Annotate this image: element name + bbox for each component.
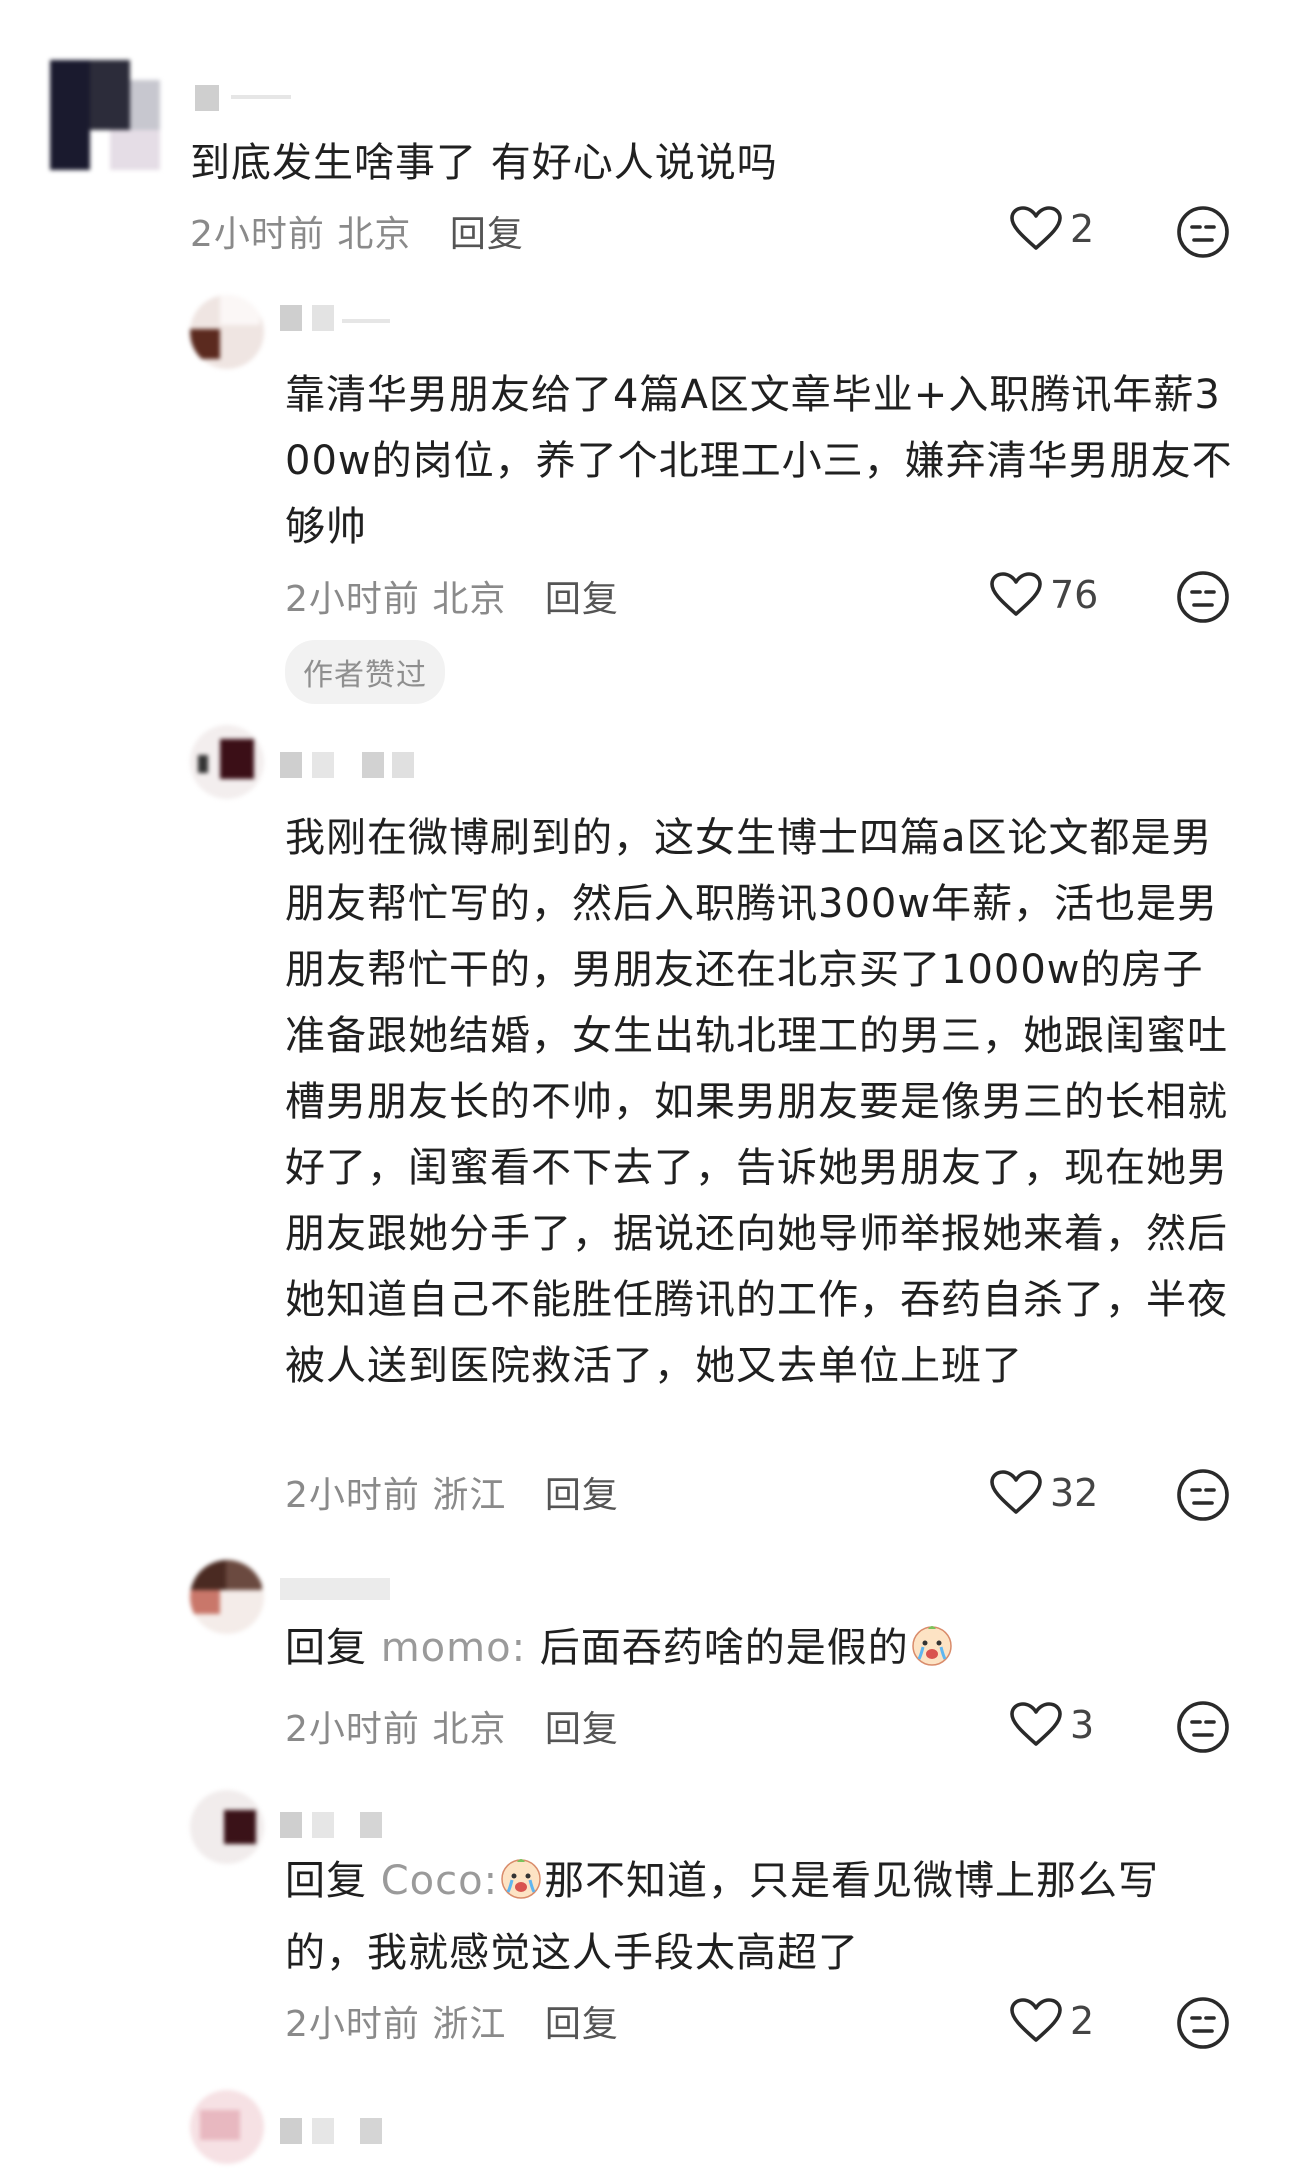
reply-button[interactable]: 回复 — [545, 1709, 619, 1750]
comment-meta: 2小时前 北京 回复 — [190, 205, 524, 257]
timestamp: 2小时前 — [285, 1709, 420, 1750]
timestamp: 2小时前 — [285, 2004, 420, 2045]
reply-text: 回复 momo: 后面吞药啥的是假的 — [285, 1615, 1235, 1687]
neutral-face-icon — [1177, 571, 1229, 623]
dislike-button[interactable] — [1176, 1468, 1230, 1526]
comment-meta: 2小时前 浙江 回复 — [285, 1995, 619, 2047]
neutral-face-icon — [1177, 1469, 1229, 1521]
timestamp: 2小时前 — [285, 1475, 420, 1516]
mention-username[interactable]: momo: — [381, 1625, 526, 1671]
crying-face-emoji — [909, 1621, 955, 1687]
comment-text: 靠清华男朋友给了4篇A区文章毕业+入职腾讯年薪300w的岗位，养了个北理工小三，… — [285, 372, 1233, 550]
like-count: 2 — [1070, 207, 1095, 251]
dislike-button[interactable] — [1176, 570, 1230, 628]
neutral-face-icon — [1177, 206, 1229, 258]
comment-text: 我刚在微博刷到的，这女生博士四篇a区论文都是男朋友帮忙写的，然后入职腾讯300w… — [285, 815, 1228, 1389]
avatar[interactable] — [50, 60, 160, 170]
location: 浙江 — [432, 2004, 507, 2045]
mention-username[interactable]: Coco: — [381, 1858, 498, 1904]
reply-button[interactable]: 回复 — [545, 579, 619, 620]
avatar[interactable] — [190, 1790, 264, 1864]
avatar[interactable] — [190, 295, 264, 369]
heart-outline-icon — [990, 1470, 1042, 1514]
timestamp: 2小时前 — [285, 579, 420, 620]
like-count: 32 — [1050, 1471, 1099, 1515]
reply-button[interactable]: 回复 — [545, 2004, 619, 2045]
dislike-button[interactable] — [1176, 1996, 1230, 2054]
like-button[interactable]: 3 — [1010, 1702, 1094, 1748]
avatar[interactable] — [190, 725, 264, 799]
dislike-button[interactable] — [1176, 1700, 1230, 1758]
like-count: 2 — [1070, 1999, 1095, 2043]
comment-meta: 2小时前 北京 回复 — [285, 1700, 619, 1752]
comment-meta: 2小时前 北京 回复 — [285, 570, 619, 622]
reply-text: 回复 Coco: 那不知道，只是看见微博上那么写的，我就感觉这人手段太高超了 — [285, 1848, 1240, 1986]
neutral-face-icon — [1177, 1701, 1229, 1753]
avatar[interactable] — [190, 2090, 264, 2164]
comment-meta: 2小时前 浙江 回复 — [285, 1466, 619, 1518]
heart-outline-icon — [990, 572, 1042, 616]
heart-outline-icon — [1010, 1998, 1062, 2042]
like-button[interactable]: 2 — [1010, 206, 1094, 252]
like-button[interactable]: 2 — [1010, 1998, 1094, 2044]
like-count: 3 — [1070, 1703, 1095, 1747]
location: 北京 — [432, 1709, 507, 1750]
like-button[interactable]: 32 — [990, 1470, 1098, 1516]
reply-prefix: 回复 — [285, 1625, 381, 1671]
dislike-button[interactable] — [1176, 205, 1230, 263]
reply-button[interactable]: 回复 — [545, 1475, 619, 1516]
comment-text: 到底发生啥事了 有好心人说说吗 — [190, 140, 778, 186]
crying-face-emoji — [498, 1854, 544, 1920]
neutral-face-icon — [1177, 1997, 1229, 2049]
heart-outline-icon — [1010, 1702, 1062, 1746]
like-button[interactable]: 76 — [990, 572, 1098, 618]
location: 浙江 — [432, 1475, 507, 1516]
location: 北京 — [432, 579, 507, 620]
comment-text: 后面吞药啥的是假的 — [526, 1625, 909, 1671]
reply-button[interactable]: 回复 — [450, 214, 524, 255]
avatar[interactable] — [190, 1560, 264, 1634]
author-liked-badge: 作者赞过 — [285, 640, 445, 704]
like-count: 76 — [1050, 573, 1099, 617]
location: 北京 — [337, 214, 412, 255]
reply-prefix: 回复 — [285, 1858, 381, 1904]
heart-outline-icon — [1010, 206, 1062, 250]
timestamp: 2小时前 — [190, 214, 325, 255]
